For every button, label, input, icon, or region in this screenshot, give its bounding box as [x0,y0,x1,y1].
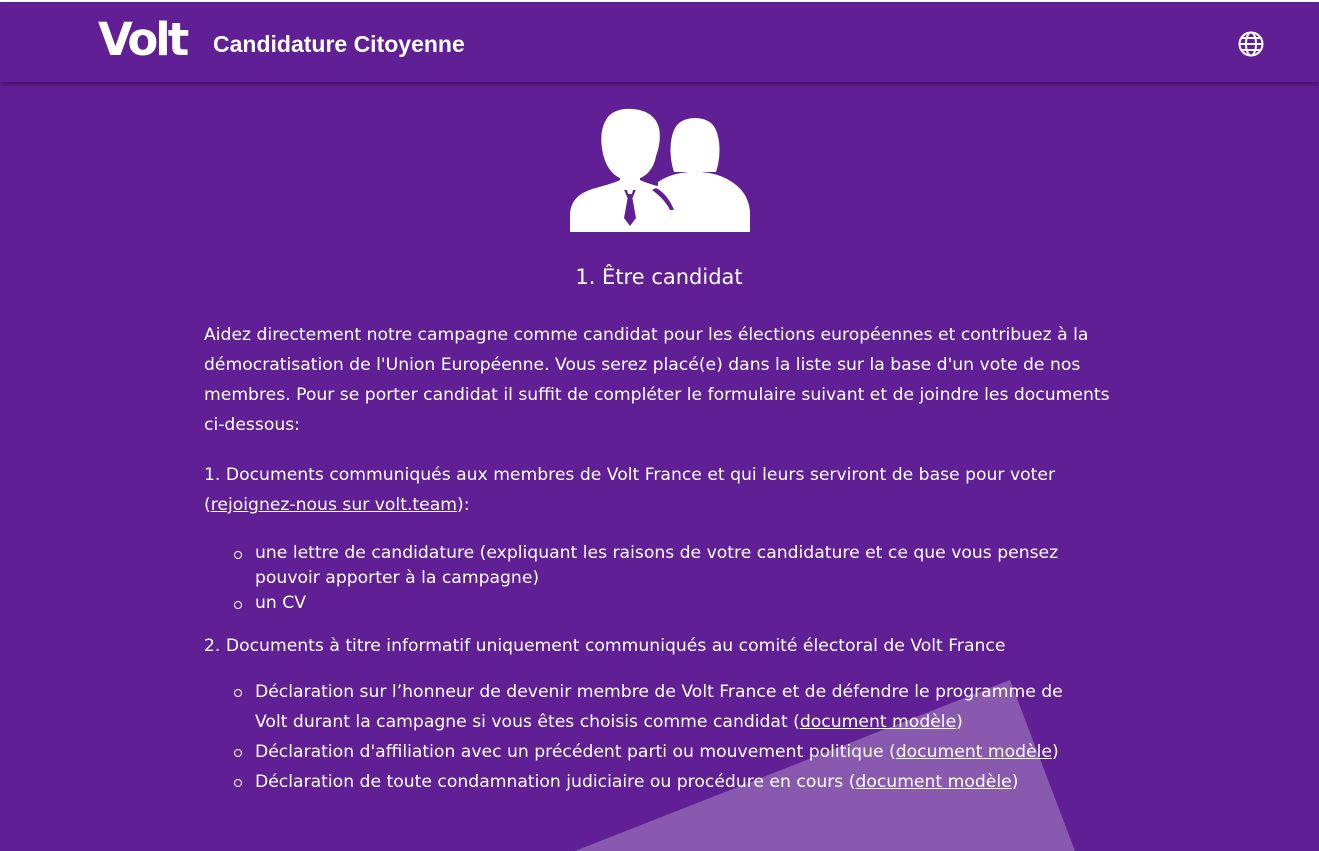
documents-members-paragraph: 1. Documents communiqués aux membres de … [204,460,1114,520]
list-item-text: Déclaration de toute condamnation judici… [255,772,856,792]
list-item: Déclaration d'affiliation avec un précéd… [234,737,1094,767]
list-item-text: Déclaration d'affiliation avec un précéd… [255,742,896,762]
template-document-link[interactable]: document modèle [855,772,1011,792]
list-item: Déclaration de toute condamnation judici… [234,767,1094,797]
people-icon [570,108,750,232]
committee-documents-list: Déclaration sur l’honneur de devenir mem… [234,677,1094,797]
globe-icon[interactable] [1237,30,1265,58]
template-document-link[interactable]: document modèle [800,712,956,732]
app-title: Candidature Citoyenne [213,31,465,57]
documents-members-suffix: ): [457,495,470,515]
join-volt-team-link[interactable]: rejoignez-nous sur volt.team [211,495,457,515]
volt-logo[interactable]: Volt [98,17,189,62]
intro-paragraph: Aidez directement notre campagne comme c… [204,325,1110,435]
list-item: une lettre de candidature (expliquant le… [234,541,1094,591]
list-item-suffix: ) [956,712,963,732]
documents-committee-paragraph: 2. Documents à titre informatif uniqueme… [204,636,1006,656]
list-item: Déclaration sur l’honneur de devenir mem… [234,677,1094,737]
template-document-link[interactable]: document modèle [896,742,1052,762]
list-item-suffix: ) [1052,742,1059,762]
list-item: un CV [234,591,1094,616]
list-item-suffix: ) [1011,772,1019,792]
section-heading: 1. Être candidat [575,265,743,289]
member-documents-list: une lettre de candidature (expliquant le… [234,541,1094,616]
top-bar: Volt Candidature Citoyenne [0,2,1319,82]
